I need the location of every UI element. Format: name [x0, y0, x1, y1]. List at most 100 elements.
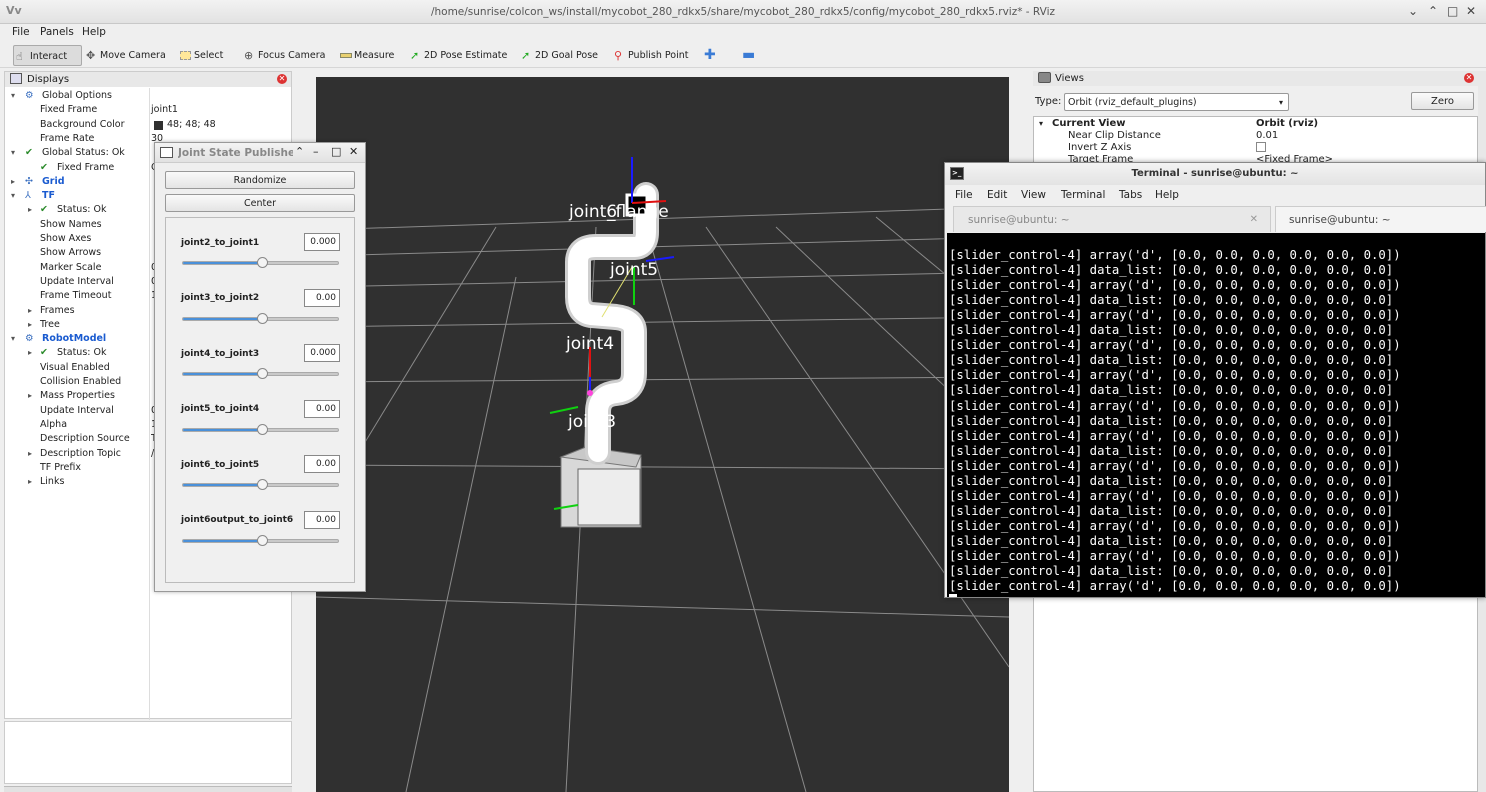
center-button[interactable]: Center [165, 194, 355, 212]
description-box [4, 721, 292, 784]
select-tool[interactable]: Select [178, 45, 223, 66]
chevron-right-icon: ▸ [28, 348, 33, 358]
menu-help[interactable]: Help [1155, 189, 1179, 201]
restore-icon[interactable]: ⌃ [1428, 4, 1438, 18]
check-icon: ✔ [40, 347, 48, 359]
joint-value-input[interactable]: 0.000 [304, 233, 340, 251]
menubar: File Panels Help [0, 24, 1486, 42]
menu-file[interactable]: File [12, 26, 30, 38]
3d-viewport[interactable]: joint6 _flange joint5 joint4 joint3 [316, 77, 1009, 792]
terminal-line: [slider_control-4] array('d', [0.0, 0.0,… [949, 398, 1401, 413]
joint-value-input[interactable]: 0.000 [304, 344, 340, 362]
goal-pose-tool[interactable]: ➚ 2D Goal Pose [519, 45, 598, 66]
menu-view[interactable]: View [1021, 189, 1046, 201]
joint-slider[interactable] [182, 368, 339, 379]
view-type-select[interactable]: Orbit (rviz_default_plugins) ▾ [1064, 93, 1289, 111]
arrow-green-icon: ➚ [410, 49, 420, 62]
terminal-line: [slider_control-4] array('d', [0.0, 0.0,… [949, 248, 1401, 263]
joint-name: joint6output_to_joint6 [181, 515, 294, 525]
terminal-line: [slider_control-4] data_list: [0.0, 0.0,… [949, 263, 1394, 278]
zero-button[interactable]: Zero [1411, 92, 1474, 110]
interact-tool[interactable]: ☝ Interact [13, 45, 82, 66]
joint-state-publisher-window: Joint State Publisher ⌃ – □ ✕ Randomize … [154, 142, 366, 592]
terminal-line: [slider_control-4] array('d', [0.0, 0.0,… [949, 518, 1401, 533]
select-icon [180, 51, 191, 60]
joint-slider[interactable] [182, 479, 339, 490]
move-camera-tool[interactable]: ✥ Move Camera [84, 45, 166, 66]
window-icon [160, 147, 173, 158]
terminal-window: >_ Terminal - sunrise@ubuntu: ~ File Edi… [944, 162, 1486, 598]
terminal-line: [slider_control-4] data_list: [0.0, 0.0,… [949, 293, 1394, 308]
chevron-down-icon: ▾ [11, 191, 16, 201]
terminal-line: [slider_control-4] data_list: [0.0, 0.0,… [949, 564, 1394, 579]
displays-header: Displays ✕ [5, 72, 291, 87]
terminal-line: [slider_control-4] array('d', [0.0, 0.0,… [949, 458, 1401, 473]
joint-value-input[interactable]: 0.00 [304, 289, 340, 307]
toolbar: ☝ Interact ✥ Move Camera Select ⊕ Focus Cam… [0, 42, 1486, 68]
close-icon[interactable]: ✕ [277, 74, 287, 84]
robot-model [559, 182, 659, 528]
close-icon[interactable]: ✕ [1464, 73, 1474, 83]
check-icon: ✔ [40, 161, 48, 173]
minimize-icon[interactable]: ⌄ [1408, 4, 1418, 18]
jsp-titlebar: Joint State Publisher ⌃ – □ ✕ [155, 143, 365, 163]
plus-icon: ✚ [704, 47, 716, 63]
window-title: /home/sunrise/colcon_ws/install/mycobot_… [430, 6, 1056, 18]
joint-value-input[interactable]: 0.00 [304, 455, 340, 473]
terminal-icon: >_ [950, 167, 964, 180]
focus-camera-tool[interactable]: ⊕ Focus Camera [242, 45, 325, 66]
measure-tool[interactable]: Measure [338, 45, 394, 66]
chevron-right-icon: ▸ [28, 477, 33, 487]
chevron-down-icon: ▾ [1039, 119, 1044, 128]
close-icon[interactable]: ✕ [1250, 207, 1258, 233]
tree-row[interactable]: Fixed Frame joint1 [5, 103, 291, 117]
add-tool-button[interactable]: ✚ [704, 45, 716, 66]
menu-terminal[interactable]: Terminal [1061, 189, 1105, 201]
menu-edit[interactable]: Edit [987, 189, 1007, 201]
menu-help[interactable]: Help [82, 26, 106, 38]
joint-slider[interactable] [182, 424, 339, 435]
joint-list: joint2_to_joint1 0.000 joint3_to_joint2 … [165, 217, 355, 583]
pose-estimate-tool[interactable]: ➚ 2D Pose Estimate [408, 45, 507, 66]
gear-icon: ⚙ [25, 90, 34, 101]
maximize-icon[interactable]: □ [331, 145, 341, 158]
terminal-line: [slider_control-4] data_list: [0.0, 0.0,… [949, 473, 1394, 488]
terminal-line: [slider_control-4] data_list: [0.0, 0.0,… [949, 353, 1394, 368]
frame-label: joint3 [567, 412, 616, 432]
remove-tool-button[interactable]: ▬ [742, 45, 755, 66]
invert-z-checkbox[interactable] [1256, 142, 1266, 152]
joint-name: joint6_to_joint5 [181, 460, 260, 470]
terminal-line: [slider_control-4] data_list: [0.0, 0.0,… [949, 503, 1394, 518]
menu-panels[interactable]: Panels [40, 26, 74, 38]
chevron-right-icon: ▸ [28, 391, 33, 401]
terminal-line: [slider_control-4] array('d', [0.0, 0.0,… [949, 368, 1401, 383]
terminal-output[interactable]: [slider_control-4] array('d', [0.0, 0.0,… [947, 233, 1485, 597]
terminal-line: [slider_control-4] array('d', [0.0, 0.0,… [949, 488, 1401, 503]
joint-slider[interactable] [182, 257, 339, 268]
check-icon: ✔ [25, 147, 33, 159]
joint-slider[interactable] [182, 535, 339, 546]
menu-file[interactable]: File [955, 189, 973, 201]
terminal-cursor [949, 594, 957, 597]
tree-row[interactable]: Background Color 48; 48; 48 [5, 118, 291, 132]
cursor-icon: ☝ [16, 50, 23, 63]
joint-slider[interactable] [182, 313, 339, 324]
chevron-down-icon: ▾ [11, 148, 16, 158]
tab-2[interactable]: sunrise@ubuntu: ~ [1275, 206, 1486, 232]
menu-tabs[interactable]: Tabs [1119, 189, 1142, 201]
chevron-up-icon[interactable]: ⌃ [295, 145, 304, 158]
randomize-button[interactable]: Randomize [165, 171, 355, 189]
close-icon[interactable]: ✕ [1466, 4, 1476, 18]
tab-1[interactable]: sunrise@ubuntu: ~ ✕ [953, 206, 1271, 232]
minimize-icon[interactable]: – [313, 145, 319, 158]
close-icon[interactable]: ✕ [349, 145, 358, 158]
maximize-icon[interactable]: □ [1447, 4, 1458, 18]
joint-value-input[interactable]: 0.00 [304, 511, 340, 529]
publish-point-tool[interactable]: ⚲ Publish Point [612, 45, 688, 66]
chevron-right-icon: ▸ [28, 205, 33, 215]
joint-name: joint5_to_joint4 [181, 404, 260, 414]
chevron-right-icon: ▸ [11, 176, 16, 186]
chevron-right-icon: ▸ [28, 305, 33, 315]
joint-value-input[interactable]: 0.00 [304, 400, 340, 418]
move-icon: ✥ [86, 49, 96, 62]
